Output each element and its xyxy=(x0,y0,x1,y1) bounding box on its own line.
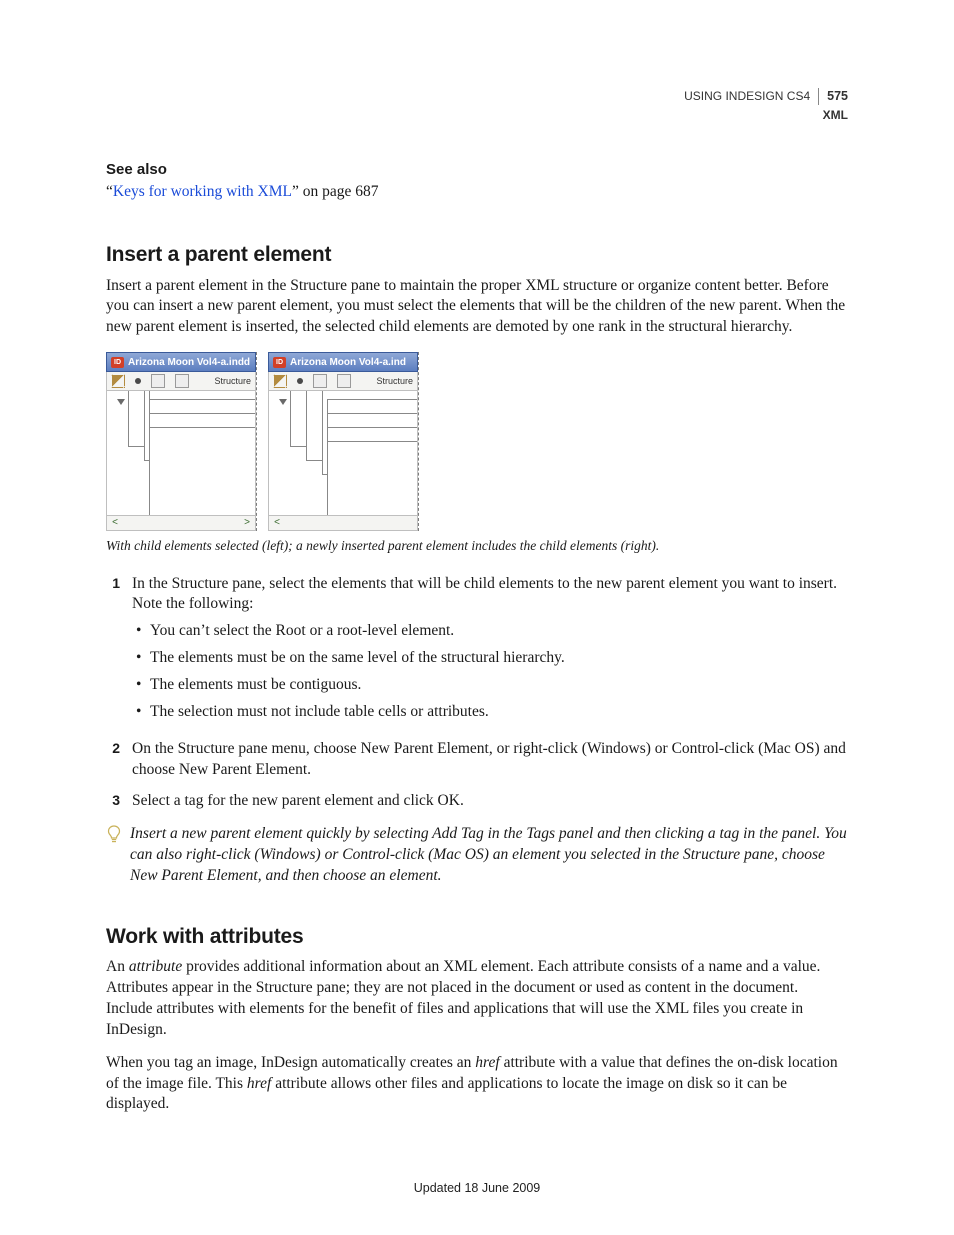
step-3: 3 Select a tag for the new parent elemen… xyxy=(106,791,848,812)
cross-reference: “Keys for working with XML” on page 687 xyxy=(106,182,848,203)
dot-icon[interactable] xyxy=(297,378,303,384)
xref-link[interactable]: Keys for working with XML xyxy=(113,183,292,200)
structure-panel-right: ID Arizona Moon Vol4-a.ind Structure xyxy=(268,352,418,531)
bullet: You can’t select the Root or a root-leve… xyxy=(132,621,848,642)
scroll-left-icon[interactable]: < xyxy=(110,518,120,528)
step-text: On the Structure pane menu, choose New P… xyxy=(132,740,846,778)
page-footer: Updated 18 June 2009 xyxy=(0,1180,954,1197)
attributes-paragraph-1: An attribute provides additional informa… xyxy=(106,957,848,1041)
app-chip-icon: ID xyxy=(273,357,286,368)
tip-note: Insert a new parent element quickly by s… xyxy=(106,824,848,887)
section-name: XML xyxy=(684,107,848,123)
pencil-icon[interactable] xyxy=(111,374,125,388)
step-2: 2 On the Structure pane menu, choose New… xyxy=(106,739,848,781)
toolbar-label: Structure xyxy=(214,375,251,387)
step-1: 1 In the Structure pane, select the elem… xyxy=(106,574,848,730)
heading-insert-parent: Insert a parent element xyxy=(106,241,848,269)
tree-view: Root Article Table Table Table StatBox xyxy=(106,391,256,516)
lightbulb-icon xyxy=(106,824,124,887)
attributes-paragraph-2: When you tag an image, InDesign automati… xyxy=(106,1053,848,1116)
panel-toolbar: Structure xyxy=(106,372,256,391)
tip-text: Insert a new parent element quickly by s… xyxy=(130,824,848,887)
scroll-left-icon[interactable]: < xyxy=(272,518,282,528)
page-number: 575 xyxy=(818,88,848,105)
heading-work-attributes: Work with attributes xyxy=(106,923,848,951)
bullet: The selection must not include table cel… xyxy=(132,702,848,723)
panel-titlebar: ID Arizona Moon Vol4-a.indd xyxy=(106,352,256,372)
panel-toolbar: Structure xyxy=(268,372,418,391)
step-text: Select a tag for the new parent element … xyxy=(132,792,464,809)
see-also-heading: See also xyxy=(106,160,848,180)
bullet: The elements must be on the same level o… xyxy=(132,648,848,669)
pencil-icon[interactable] xyxy=(273,374,287,388)
tool-icon[interactable] xyxy=(337,374,351,388)
panel-titlebar: ID Arizona Moon Vol4-a.ind xyxy=(268,352,418,372)
scrollbar[interactable]: < > xyxy=(268,516,418,531)
running-header: USING INDESIGN CS4 575 XML xyxy=(684,88,848,123)
doc-title: USING INDESIGN CS4 xyxy=(684,88,810,104)
window-title: Arizona Moon Vol4-a.indd xyxy=(128,356,250,370)
scrollbar[interactable]: < > xyxy=(106,516,256,531)
bullet: The elements must be contiguous. xyxy=(132,675,848,696)
figure-caption: With child elements selected (left); a n… xyxy=(106,537,848,555)
intro-paragraph: Insert a parent element in the Structure… xyxy=(106,276,848,339)
figure: ID Arizona Moon Vol4-a.indd Structure xyxy=(106,352,848,555)
tool-icon[interactable] xyxy=(151,374,165,388)
tree-view: Root Article Sidebar Table Table Table S… xyxy=(268,391,418,516)
tool-icon[interactable] xyxy=(313,374,327,388)
step-text: In the Structure pane, select the elemen… xyxy=(132,575,837,613)
dot-icon[interactable] xyxy=(135,378,141,384)
scroll-right-icon[interactable]: > xyxy=(242,518,252,528)
app-chip-icon: ID xyxy=(111,357,124,368)
toolbar-label: Structure xyxy=(376,375,413,387)
structure-panel-left: ID Arizona Moon Vol4-a.indd Structure xyxy=(106,352,256,531)
tool-icon[interactable] xyxy=(175,374,189,388)
procedure-steps: 1 In the Structure pane, select the elem… xyxy=(106,574,848,812)
window-title: Arizona Moon Vol4-a.ind xyxy=(290,356,406,370)
